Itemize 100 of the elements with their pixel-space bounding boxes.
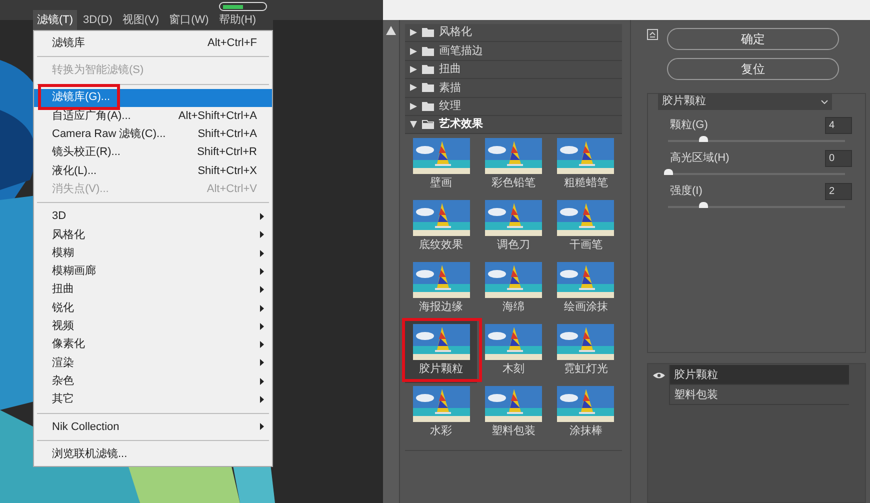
filter-thumbnail[interactable]: 海报边缘 (405, 258, 478, 321)
folder-icon (422, 102, 434, 111)
slider-thumb[interactable] (699, 202, 708, 208)
shortcut-text: Shift+Ctrl+A (198, 127, 257, 142)
chevron-down-icon (821, 100, 828, 104)
parameter-label: 强度(I) (670, 184, 702, 200)
eye-icon[interactable] (653, 372, 665, 378)
effect-layer-row[interactable]: 胶片颗粒 (649, 365, 849, 385)
menu-item[interactable]: 其它 (34, 390, 272, 409)
filter-category[interactable]: 素描 (405, 79, 622, 98)
filter-thumbnail[interactable]: 涂抹棒 (550, 382, 622, 444)
submenu-arrow-icon (260, 396, 264, 403)
menu-item[interactable]: 滤镜库 Alt+Ctrl+F (34, 34, 272, 52)
filter-thumbnail[interactable]: 塑料包装 (477, 382, 550, 444)
slider-thumb[interactable] (699, 136, 708, 142)
menu-item[interactable]: 模糊画廊 (34, 262, 272, 281)
filter-thumbnail[interactable]: 绘画涂抹 (550, 258, 622, 321)
filter-thumbnail[interactable]: 底纹效果 (405, 197, 478, 259)
filter-thumbnail[interactable]: 壁画 (405, 135, 478, 198)
collapsed-triangle-icon[interactable] (410, 84, 417, 92)
shortcut-text: Shift+Ctrl+X (198, 164, 257, 179)
menu-item[interactable]: 视频 (34, 317, 272, 336)
menu-item[interactable]: 模糊 (34, 244, 272, 262)
filter-label: 涂抹棒 (569, 424, 602, 439)
menu-bar-item[interactable]: 3D(D) (79, 10, 116, 30)
menu-item-label: 消失点(V)... (52, 182, 109, 197)
filter-label: 绘画涂抹 (564, 300, 608, 315)
filter-thumbnail[interactable]: 水彩 (405, 382, 478, 444)
menu-bar-item[interactable]: 帮助(H) (214, 10, 260, 30)
collapsed-triangle-icon[interactable] (410, 102, 417, 110)
filter-label: 干画笔 (569, 238, 602, 254)
menu-item[interactable]: Camera Raw 滤镜(C)... Shift+Ctrl+A (34, 125, 272, 144)
submenu-arrow-icon (260, 378, 264, 385)
sailboat-thumbnail (557, 138, 614, 174)
menu-item[interactable]: 锐化 (34, 298, 272, 318)
slider-thumb[interactable] (664, 169, 673, 175)
filter-category[interactable]: 风格化 (405, 24, 622, 42)
filter-dropdown[interactable]: 胶片颗粒 (658, 93, 832, 110)
filter-label: 木刻 (502, 362, 524, 377)
menu-item-label: 滤镜库 (52, 36, 85, 51)
menu-item[interactable]: 液化(L)... Shift+Ctrl+X (34, 162, 272, 180)
filter-label: 彩色铅笔 (491, 176, 536, 192)
filter-thumbnail[interactable]: 彩色铅笔 (477, 135, 550, 198)
menu-item[interactable]: 扭曲 (34, 280, 272, 299)
sailboat-thumbnail (557, 200, 614, 236)
submenu-arrow-icon (260, 423, 264, 430)
folder-icon (422, 83, 434, 92)
filter-label: 霓虹灯光 (564, 362, 608, 377)
menu-bar-item[interactable]: 视图(V) (118, 10, 164, 30)
menu-item[interactable]: 像素化 (34, 335, 272, 354)
filter-thumbnail[interactable]: 干画笔 (550, 197, 622, 259)
value-field[interactable]: 2 (825, 183, 852, 200)
menu-item[interactable]: 3D (34, 207, 272, 226)
menu-item-label: 镜头校正(R)... (52, 145, 120, 160)
filter-label: 塑料包装 (491, 424, 536, 439)
menu-item[interactable]: 浏览联机滤镜... (34, 444, 272, 464)
collapsed-triangle-icon[interactable] (410, 48, 417, 55)
filter-category[interactable]: 扭曲 (405, 60, 622, 80)
menu-item-label: 扭曲 (52, 282, 74, 298)
sailboat-thumbnail (557, 386, 614, 422)
menu-item-label: 其它 (52, 392, 74, 408)
filter-thumbnail[interactable]: 粗糙蜡笔 (550, 135, 622, 198)
sailboat-thumbnail (557, 262, 614, 298)
effect-layer-row[interactable]: 塑料包装 (649, 385, 849, 405)
menu-item[interactable]: 杂色 (34, 372, 272, 390)
menu-item[interactable]: Nik Collection (34, 418, 272, 436)
menu-item[interactable]: 镜头校正(R)... Shift+Ctrl+R (34, 143, 272, 162)
filter-thumbnail[interactable]: 霓虹灯光 (550, 320, 622, 383)
submenu-arrow-icon (260, 304, 264, 312)
shortcut-text: Alt+Shift+Ctrl+A (178, 108, 257, 124)
value-field[interactable]: 4 (825, 117, 852, 134)
filter-label: 底纹效果 (419, 238, 464, 254)
dialog-button[interactable]: 确定 (667, 28, 839, 50)
submenu-arrow-icon (260, 250, 264, 257)
sailboat-thumbnail (484, 324, 542, 360)
menu-item[interactable]: 渲染 (34, 354, 272, 372)
expanded-triangle-icon[interactable] (410, 121, 417, 128)
filter-category[interactable]: 艺术效果 (405, 116, 622, 134)
scrollbar[interactable] (383, 20, 400, 503)
sailboat-thumbnail (412, 324, 470, 360)
menu-bar-item[interactable]: 窗口(W) (165, 10, 213, 30)
collapsed-triangle-icon[interactable] (410, 29, 417, 36)
parameter-label: 高光区域(H) (670, 150, 730, 166)
filter-thumbnail[interactable]: 调色刀 (477, 197, 550, 259)
collapsed-triangle-icon[interactable] (410, 66, 417, 73)
menu-bar-item[interactable]: 滤镜(T) (33, 10, 78, 30)
collapse-icon[interactable] (647, 29, 658, 40)
filter-thumbnail[interactable]: 木刻 (477, 320, 550, 383)
menu-item-label: 渲染 (52, 356, 74, 371)
filter-thumbnail[interactable]: 海绵 (477, 258, 550, 321)
menu-item[interactable]: 风格化 (34, 226, 272, 244)
folder-icon (422, 120, 434, 130)
menu-item[interactable]: 自适应广角(A)... Alt+Shift+Ctrl+A (34, 106, 272, 126)
menu-item-label: 锐化 (52, 300, 74, 316)
filter-category[interactable]: 纹理 (405, 98, 622, 116)
filter-category[interactable]: 画笔描边 (405, 42, 622, 61)
value-field[interactable]: 0 (825, 150, 852, 167)
dialog-button[interactable]: 复位 (667, 58, 839, 80)
menu-item-label: Camera Raw 滤镜(C)... (52, 127, 166, 142)
scroll-up-icon[interactable] (386, 26, 396, 35)
